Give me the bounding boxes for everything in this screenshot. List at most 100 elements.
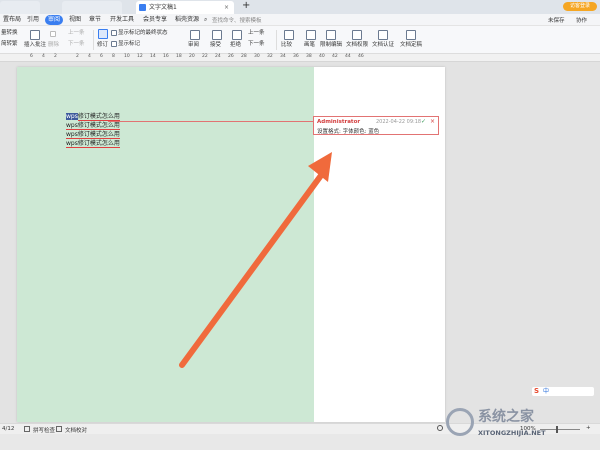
- comment-balloon[interactable]: Administrator 2022-04-22 09:18 ✓ × 设置格式:…: [313, 116, 439, 135]
- review-icon[interactable]: [190, 30, 200, 40]
- ruler[interactable]: 6 4 2 2 4 6 8 10 12 14 16 18 20 22 24 26…: [0, 54, 600, 62]
- line-text: 修订模式怎么用: [77, 140, 120, 148]
- ruler-tick: 16: [163, 54, 169, 59]
- compare-button[interactable]: 比较: [281, 42, 292, 49]
- next-change-button[interactable]: 下一条: [248, 41, 265, 48]
- reject-icon[interactable]: [232, 30, 242, 40]
- line-prefix: wps: [66, 140, 78, 148]
- menu-developer[interactable]: 开发工具: [107, 15, 137, 25]
- cloud-status[interactable]: 未保存: [548, 16, 565, 24]
- login-button[interactable]: 访客登录: [563, 2, 597, 11]
- line-prefix: wps: [66, 131, 78, 139]
- comment-date: 2022-04-22 09:18: [376, 119, 422, 125]
- line-text: 修订模式怎么用: [77, 122, 120, 130]
- menu-view[interactable]: 视图: [66, 15, 84, 25]
- selected-text[interactable]: wps: [66, 113, 78, 120]
- document-line[interactable]: wps修订模式怎么用: [66, 140, 120, 148]
- command-search[interactable]: 查找命令、搜索模板: [212, 16, 262, 24]
- menu-bar: 置布局 引用 审阅 视图 章节 开发工具 会员专享 稻壳资源 ⌕ 查找命令、搜索…: [0, 14, 600, 26]
- ruler-tick: 36: [293, 54, 299, 59]
- proof-icon: [56, 426, 62, 432]
- ruler-tick: 6: [30, 54, 33, 59]
- collab-button[interactable]: 协作: [576, 16, 587, 24]
- watermark-url: XITONGZHIJIA.NET: [478, 429, 546, 437]
- ribbon-toolbar: [0, 26, 600, 54]
- doc-finalize-icon[interactable]: [406, 30, 416, 40]
- ruler-tick: 14: [150, 54, 156, 59]
- new-tab-button[interactable]: +: [242, 0, 250, 12]
- sogou-icon: S: [534, 387, 540, 395]
- next-comment-button[interactable]: 下一条: [68, 41, 85, 48]
- spell-check-icon: [24, 426, 30, 432]
- watermark-text: 系统之家: [478, 409, 534, 425]
- accept-icon[interactable]: [212, 30, 222, 40]
- ruler-tick: 4: [88, 54, 91, 59]
- insert-comment-icon[interactable]: [30, 30, 40, 40]
- title-bar: 文字文稿1 × + 访客登录: [0, 0, 600, 14]
- limit-edit-button[interactable]: 限制编辑: [320, 42, 342, 49]
- close-tab-icon[interactable]: ×: [224, 1, 229, 14]
- doc-rights-button[interactable]: 文档权限: [346, 42, 368, 49]
- ruler-tick: 30: [254, 54, 260, 59]
- revise-icon[interactable]: [98, 29, 108, 39]
- tab-document[interactable]: 文字文稿1 ×: [136, 1, 234, 14]
- document-line[interactable]: wps修订模式怎么用: [66, 113, 120, 121]
- menu-references[interactable]: 引用: [24, 15, 42, 25]
- watermark-logo: [446, 408, 474, 436]
- accept-check-icon[interactable]: ✓: [421, 118, 426, 125]
- ruler-tick: 6: [100, 54, 103, 59]
- ruler-tick: 32: [267, 54, 273, 59]
- ruler-tick: 44: [345, 54, 351, 59]
- pointer-arrow: [179, 152, 332, 368]
- spell-check-button[interactable]: 拼写检查: [33, 426, 55, 434]
- ruler-tick: 42: [332, 54, 338, 59]
- prev-comment-button[interactable]: 上一条: [68, 30, 85, 37]
- comment-body: 设置格式: 字体颜色: 蓝色: [317, 129, 380, 135]
- menu-member[interactable]: 会员专享: [140, 15, 170, 25]
- ruler-tick: 2: [76, 54, 79, 59]
- delete-button[interactable]: 删除: [48, 42, 59, 49]
- menu-layout[interactable]: 置布局: [0, 15, 24, 25]
- doc-auth-button[interactable]: 文档认证: [372, 42, 394, 49]
- trad-simp-button[interactable]: 简转繁: [1, 41, 18, 48]
- insert-comment-button[interactable]: 插入批注: [24, 42, 46, 49]
- doc-finalize-button[interactable]: 文档定稿: [400, 42, 422, 49]
- prev-change-button[interactable]: 上一条: [248, 30, 265, 37]
- menu-section[interactable]: 章节: [86, 15, 104, 25]
- search-icon: ⌕: [204, 16, 208, 23]
- pen-icon[interactable]: [306, 30, 316, 40]
- ime-mode-icon: 中: [543, 388, 550, 395]
- proof-button[interactable]: 文档校对: [65, 426, 87, 434]
- compare-icon[interactable]: [284, 30, 294, 40]
- zoom-in-icon[interactable]: +: [586, 425, 591, 431]
- zoom-slider-handle[interactable]: [556, 426, 558, 433]
- document-line[interactable]: wps修订模式怎么用: [66, 122, 120, 130]
- ruler-tick: 26: [228, 54, 234, 59]
- ruler-tick: 2: [54, 54, 57, 59]
- doc-rights-icon[interactable]: [352, 30, 362, 40]
- doc-auth-icon[interactable]: [378, 30, 388, 40]
- zoom-slider[interactable]: [540, 429, 580, 430]
- reject-x-icon[interactable]: ×: [430, 118, 435, 125]
- tab-0[interactable]: [0, 1, 40, 14]
- markup-state-select[interactable]: 显示标记的最终状态: [118, 30, 168, 37]
- eye-icon[interactable]: [437, 425, 443, 431]
- reject-button[interactable]: 拒绝: [230, 42, 241, 49]
- accept-button[interactable]: 接受: [210, 42, 221, 49]
- show-markup-button[interactable]: 显示标记: [118, 41, 140, 48]
- ruler-tick: 46: [358, 54, 364, 59]
- tab-1[interactable]: [62, 1, 122, 14]
- ruler-tick: 28: [241, 54, 247, 59]
- menu-resources[interactable]: 稻壳资源: [172, 15, 202, 25]
- revise-button[interactable]: 修订: [97, 42, 108, 49]
- limit-edit-icon[interactable]: [326, 30, 336, 40]
- pen-button[interactable]: 画笔: [304, 42, 315, 49]
- ime-toolbar[interactable]: S 中: [532, 387, 594, 396]
- ruler-tick: 34: [280, 54, 286, 59]
- page-indicator[interactable]: 4/12: [2, 426, 14, 432]
- convert-button[interactable]: 量转换: [1, 30, 18, 37]
- document-line[interactable]: wps修订模式怎么用: [66, 131, 120, 139]
- ruler-tick: 22: [202, 54, 208, 59]
- review-button[interactable]: 审阅: [188, 42, 199, 49]
- menu-review[interactable]: 审阅: [45, 15, 64, 25]
